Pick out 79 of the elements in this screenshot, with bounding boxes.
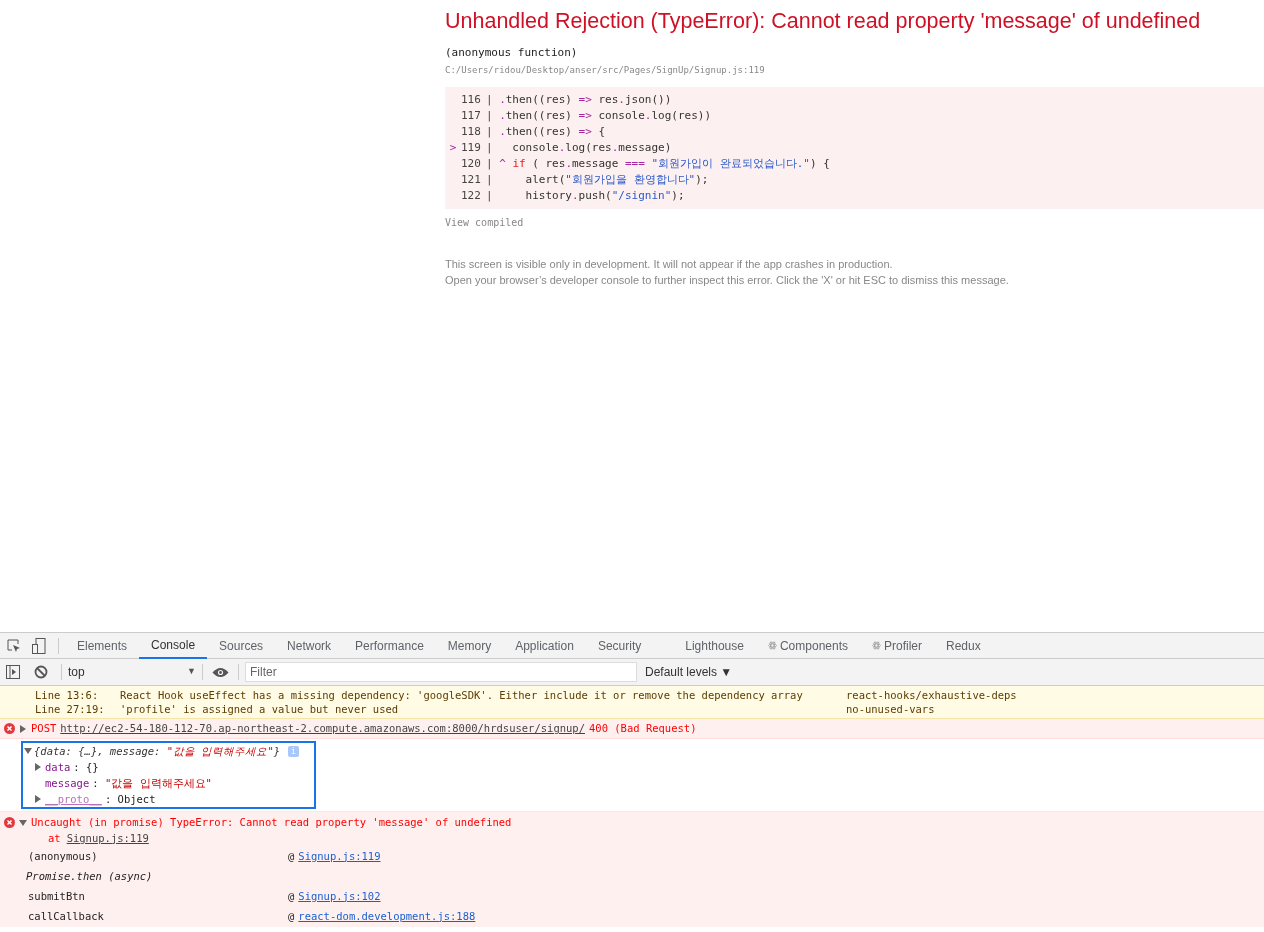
stack-function: submitBtn [28, 888, 86, 904]
filter-field[interactable]: Filter [245, 662, 637, 682]
warning-message: React Hook useEffect has a missing dependency: 'googleSDK'. Either include it or remove the dependency array [120, 688, 804, 702]
lint-rule: react-hooks/exhaustive-deps [846, 688, 1017, 702]
property-value: : Object [104, 792, 156, 807]
code-text: | .then((res) => res.json()) [485, 92, 672, 108]
warning-message: 'profile' is assigned a value but never used [120, 702, 400, 716]
request-url-link[interactable]: http://ec2-54-180-112-70.ap-northeast-2.compute.amazonaws.com:8000/hrdsuser/signup/ [60, 720, 585, 737]
line-number: 120 [461, 156, 481, 172]
devtools-tab[interactable]: Security [585, 632, 654, 659]
context-selector[interactable]: top ▼ [62, 663, 202, 681]
line-number: 119 [461, 140, 481, 156]
collapsed-caret-icon[interactable] [34, 763, 42, 771]
devtools-tab[interactable]: Redux [934, 632, 993, 659]
property-value: : "값을 입력해주세요" [92, 776, 212, 791]
property-key: message [45, 775, 90, 791]
devtools-tab[interactable]: Application [503, 632, 586, 659]
frame-function: (anonymous function) [445, 45, 579, 61]
stack-function: (anonymous) [28, 848, 99, 864]
sidebar-toggle-icon[interactable] [6, 665, 20, 679]
error-icon [4, 817, 15, 829]
devtools-tab[interactable]: Performance [343, 632, 436, 659]
error-location-label: at [48, 830, 61, 846]
lint-rule: no-unused-vars [846, 702, 935, 716]
code-text: | ^ if ( res.message === "회원가입이 완료되었습니다.") { [485, 156, 830, 172]
code-text: | console.log(res.message) [485, 140, 672, 156]
current-line-marker: > [449, 141, 457, 154]
warning-location: Line 27:19: [35, 702, 106, 716]
info-icon: i [288, 745, 300, 757]
eye-icon[interactable] [212, 666, 229, 678]
expanded-caret-icon[interactable] [19, 818, 27, 827]
at-sign: @ [288, 908, 295, 924]
error-message: Uncaught (in promise) TypeError: Cannot read property 'message' of undefined [31, 815, 512, 830]
devtools-tab[interactable]: Memory [435, 632, 504, 659]
devtools-tab[interactable]: Sources [207, 632, 276, 659]
source-link[interactable]: Signup.js:119 [298, 848, 381, 865]
react-icon [872, 641, 881, 650]
line-number: 117 [461, 108, 481, 124]
devtools-tab[interactable]: Lighthouse [673, 632, 756, 659]
request-method: POST [31, 720, 57, 736]
stack-function: Promise.then (async) [26, 868, 154, 884]
line-number: 121 [461, 172, 481, 188]
line-number: 122 [461, 188, 481, 204]
warning-location: Line 13:6: [35, 688, 100, 702]
property-key: data [45, 759, 71, 775]
code-text: | .then((res) => console.log(res)) [485, 108, 712, 124]
line-number: 116 [461, 92, 481, 108]
react-icon [767, 641, 777, 650]
view-compiled-link[interactable]: View compiled [445, 215, 1264, 230]
clear-console-icon[interactable] [34, 665, 48, 679]
collapsed-caret-icon[interactable] [19, 724, 27, 733]
error-icon [4, 723, 15, 734]
log-levels-dropdown[interactable]: Default levels ▼ [645, 663, 733, 681]
request-status: 400 (Bad Request) [589, 720, 697, 736]
source-link[interactable]: Signup.js:119 [66, 830, 149, 847]
info-note: This screen is visible only in development. It will not appear if the app crashes in production. [445, 257, 894, 272]
devtools-tab[interactable]: Components [755, 632, 860, 659]
code-text: | alert("회원가입을 환영합니다"); [485, 172, 709, 188]
at-sign: @ [288, 888, 295, 904]
info-note: Open your browser’s developer console to further inspect this error. Click the 'X' or hit ESC to dismiss this message. [445, 273, 1010, 288]
property-key: __proto__ [45, 791, 102, 807]
stack-function: callCallback [28, 908, 105, 924]
devtools-tab[interactable]: Profiler [860, 632, 934, 659]
devtools-tab[interactable]: Network [275, 632, 344, 659]
property-value: : {} [73, 760, 99, 775]
source-link[interactable]: react-dom.development.js:188 [298, 908, 476, 925]
expanded-caret-icon[interactable] [24, 747, 32, 755]
inspect-element-icon[interactable] [7, 638, 21, 653]
code-text: | .then((res) => { [485, 124, 606, 140]
at-sign: @ [288, 848, 295, 864]
source-link[interactable]: Signup.js:102 [298, 888, 381, 905]
frame-file-path: C:/Users/ridou/Desktop/anser/src/Pages/SignUp/Signup.js:119 [445, 63, 766, 77]
error-title: Unhandled Rejection (TypeError): Cannot read property 'message' of undefined [445, 8, 1202, 35]
object-summary: {data: {…}, message: "값을 입력해주세요"} [34, 744, 281, 759]
collapsed-caret-icon[interactable] [34, 795, 42, 803]
line-number: 118 [461, 124, 481, 140]
devtools-tab[interactable]: Elements [65, 632, 140, 659]
device-toolbar-icon[interactable] [32, 637, 46, 654]
code-text: | history.push("/signin"); [485, 188, 685, 204]
